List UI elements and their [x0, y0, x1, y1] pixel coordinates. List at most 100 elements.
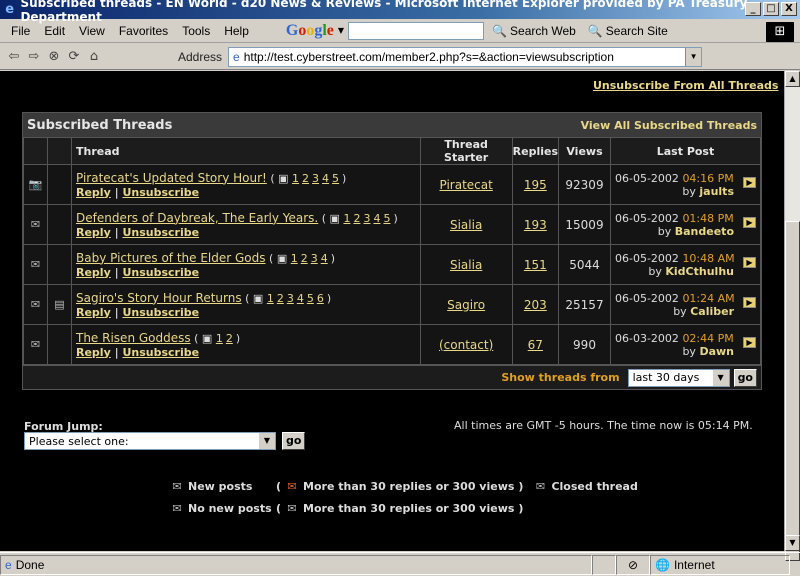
col-starter: Thread Starter — [419, 137, 513, 165]
google-search-input[interactable] — [348, 21, 485, 40]
col-replies: Replies — [511, 137, 560, 165]
page-link[interactable]: 2 — [353, 212, 360, 225]
views-cell: 15009 — [558, 204, 611, 245]
page-link[interactable]: 6 — [317, 292, 324, 305]
menu-edit[interactable]: Edit — [37, 24, 72, 38]
page-link[interactable]: 5 — [307, 292, 314, 305]
page-link[interactable]: 4 — [297, 292, 304, 305]
page-link[interactable]: 5 — [332, 172, 339, 185]
page-link[interactable]: 1 — [292, 172, 299, 185]
thread-starter-link[interactable]: (contact) — [439, 338, 493, 352]
replies-link[interactable]: 195 — [524, 178, 547, 192]
address-dropdown-icon[interactable]: ▼ — [685, 47, 702, 66]
unsubscribe-link[interactable]: Unsubscribe — [122, 226, 199, 239]
reply-link[interactable]: Reply — [76, 226, 111, 239]
page-link[interactable]: 1 — [291, 252, 298, 265]
page-link[interactable]: 4 — [321, 252, 328, 265]
maximize-button[interactable]: □ — [763, 2, 779, 16]
refresh-icon[interactable]: ⟳ — [64, 49, 84, 64]
thread-title-link[interactable]: Defenders of Daybreak, The Early Years. — [76, 211, 318, 225]
last-poster-link[interactable]: jaults — [699, 185, 734, 198]
period-select[interactable]: last 30 days ▼ — [627, 368, 730, 387]
go-to-last-post-icon[interactable]: ▶ — [743, 177, 756, 188]
minimize-button[interactable]: _ — [745, 2, 761, 16]
reply-link[interactable]: Reply — [76, 306, 111, 319]
forum-jump-select[interactable]: Please select one: ▼ — [24, 432, 276, 450]
scroll-down-icon[interactable]: ▼ — [785, 535, 800, 551]
page-link[interactable]: 3 — [311, 252, 318, 265]
reply-link[interactable]: Reply — [76, 186, 111, 199]
replies-cell: 151 — [511, 244, 560, 285]
forward-icon[interactable]: ⇨ — [24, 49, 44, 64]
menu-view[interactable]: View — [72, 24, 112, 38]
search-site-button[interactable]: 🔍 Search Site — [584, 24, 672, 38]
reply-link[interactable]: Reply — [76, 266, 111, 279]
stop-icon[interactable]: ⊗ — [44, 49, 64, 64]
page-link[interactable]: 2 — [277, 292, 284, 305]
period-go-button[interactable]: go — [733, 368, 757, 387]
page-link[interactable]: 3 — [312, 172, 319, 185]
unsubscribe-link[interactable]: Unsubscribe — [122, 266, 199, 279]
page-link[interactable]: 2 — [301, 252, 308, 265]
thread-row: ✉ Baby Pictures of the Elder Gods ( ▣ 12… — [23, 244, 761, 285]
page-link[interactable]: 3 — [363, 212, 370, 225]
page-link[interactable]: 4 — [322, 172, 329, 185]
thread-cell: Defenders of Daybreak, The Early Years. … — [71, 204, 421, 245]
page-link[interactable]: 2 — [302, 172, 309, 185]
home-icon[interactable]: ⌂ — [84, 49, 104, 64]
replies-link[interactable]: 151 — [524, 258, 547, 272]
search-web-button[interactable]: 🔍 Search Web — [488, 24, 580, 38]
last-poster-link[interactable]: Dawn — [699, 345, 734, 358]
last-poster-link[interactable]: KidCthulhu — [665, 265, 734, 278]
thread-title-link[interactable]: The Risen Goddess — [76, 331, 191, 345]
page-link[interactable]: 5 — [383, 212, 390, 225]
thread-title-link[interactable]: Sagiro's Story Hour Returns — [76, 291, 242, 305]
scroll-up-icon[interactable]: ▲ — [785, 71, 800, 87]
forum-jump-go-button[interactable]: go — [282, 432, 306, 450]
multipage-icon: ▣ — [276, 251, 288, 265]
close-button[interactable]: X — [781, 2, 797, 16]
page-link[interactable]: 4 — [373, 212, 380, 225]
last-poster-link[interactable]: Bandeeto — [675, 225, 734, 238]
view-all-link[interactable]: View All Subscribed Threads — [581, 119, 757, 132]
go-to-last-post-icon[interactable]: ▶ — [743, 297, 756, 308]
thread-starter-link[interactable]: Sialia — [450, 258, 482, 272]
replies-link[interactable]: 193 — [524, 218, 547, 232]
replies-link[interactable]: 67 — [528, 338, 543, 352]
scroll-thumb[interactable] — [785, 221, 800, 561]
menu-file[interactable]: File — [4, 24, 37, 38]
period-dropdown-icon[interactable]: ▼ — [712, 369, 729, 386]
page-link[interactable]: 1 — [343, 212, 350, 225]
forum-jump-dropdown-icon[interactable]: ▼ — [259, 433, 275, 449]
menu-bar: File Edit View Favorites Tools Help Goog… — [0, 19, 800, 43]
menu-tools[interactable]: Tools — [175, 24, 217, 38]
go-to-last-post-icon[interactable]: ▶ — [743, 257, 756, 268]
unsubscribe-link[interactable]: Unsubscribe — [122, 346, 199, 359]
go-to-last-post-icon[interactable]: ▶ — [743, 217, 756, 228]
menu-favorites[interactable]: Favorites — [112, 24, 175, 38]
address-input[interactable]: e http://test.cyberstreet.com/member2.ph… — [228, 46, 703, 67]
page-link[interactable]: 2 — [226, 332, 233, 345]
menu-help[interactable]: Help — [217, 24, 256, 38]
thread-title-link[interactable]: Piratecat's Updated Story Hour! — [76, 171, 267, 185]
thread-starter-link[interactable]: Sagiro — [447, 298, 485, 312]
google-dropdown-icon[interactable]: ▼ — [338, 26, 344, 35]
views-cell: 990 — [558, 324, 611, 365]
last-poster-link[interactable]: Caliber — [690, 305, 734, 318]
thread-title-link[interactable]: Baby Pictures of the Elder Gods — [76, 251, 266, 265]
back-icon[interactable]: ⇦ — [4, 49, 24, 64]
go-to-last-post-icon[interactable]: ▶ — [743, 337, 756, 348]
unsubscribe-link[interactable]: Unsubscribe — [122, 186, 199, 199]
page-link[interactable]: 1 — [216, 332, 223, 345]
vertical-scrollbar[interactable]: ▲ ▼ — [784, 71, 800, 561]
page-link[interactable]: 1 — [267, 292, 274, 305]
google-logo[interactable]: Google — [286, 22, 334, 40]
page-link[interactable]: 3 — [287, 292, 294, 305]
unsubscribe-link[interactable]: Unsubscribe — [122, 306, 199, 319]
thread-starter-link[interactable]: Sialia — [450, 218, 482, 232]
thread-starter-link[interactable]: Piratecat — [439, 178, 492, 192]
reply-link[interactable]: Reply — [76, 346, 111, 359]
popup-blocker-icon[interactable]: ⊘ — [616, 554, 650, 575]
replies-link[interactable]: 203 — [524, 298, 547, 312]
unsubscribe-all-link[interactable]: Unsubscribe From All Threads — [593, 79, 778, 92]
